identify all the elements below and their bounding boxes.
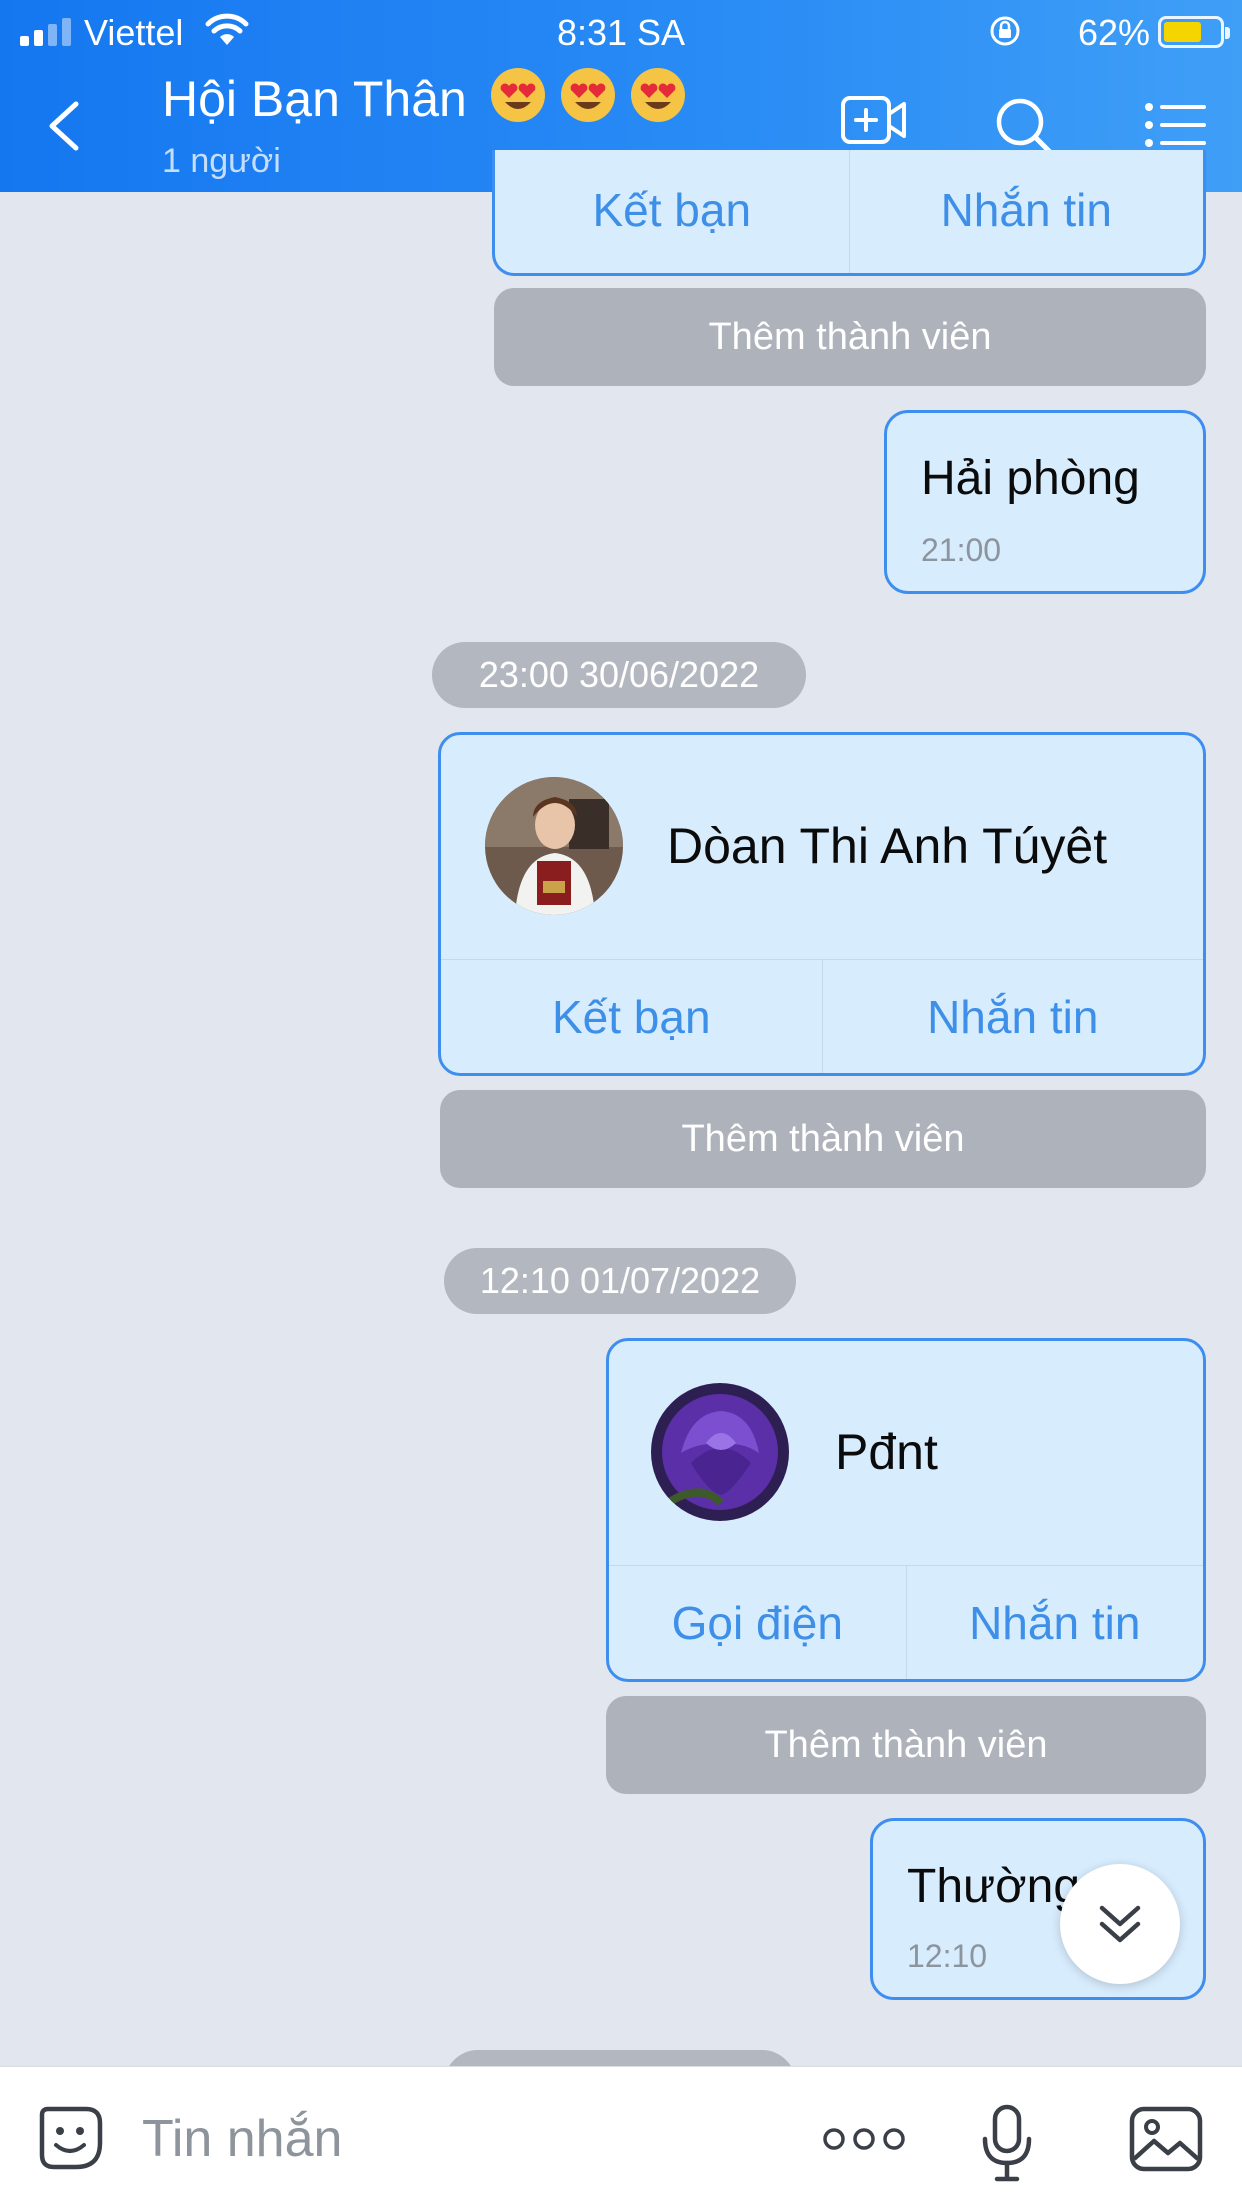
more-icon[interactable] <box>822 2127 906 2151</box>
call-button[interactable]: Gọi điện <box>609 1566 906 1679</box>
microphone-icon[interactable] <box>980 2103 1034 2183</box>
scroll-to-bottom-button[interactable] <box>1060 1864 1180 1984</box>
add-member-button[interactable]: Thêm thành viên <box>606 1696 1206 1794</box>
message-input-bar: Tin nhắn <box>0 2066 1242 2208</box>
chat-title[interactable]: Hội Bạn Thân <box>162 66 687 128</box>
send-message-button[interactable]: Nhắn tin <box>821 960 1204 1073</box>
contact-name: Pđnt <box>835 1424 938 1480</box>
message-text: Hải phòng <box>921 452 1140 505</box>
sticker-icon[interactable] <box>36 2103 106 2173</box>
double-chevron-down-icon <box>1099 1905 1141 1943</box>
message-input[interactable]: Tin nhắn <box>142 2109 342 2169</box>
date-separator: 12:10 01/07/2022 <box>444 1248 796 1314</box>
heart-eyes-emoji <box>630 68 685 122</box>
contact-name: Dòan Thi Anh Túyêt <box>667 818 1108 874</box>
message-text: Thường <box>907 1860 1081 1913</box>
avatar[interactable] <box>485 777 623 915</box>
add-friend-button[interactable]: Kết bạn <box>495 150 849 273</box>
add-member-button[interactable]: Thêm thành viên <box>494 288 1206 386</box>
heart-eyes-emoji <box>490 68 545 122</box>
avatar[interactable] <box>651 1383 789 1521</box>
contact-profile[interactable]: Dòan Thi Anh Túyêt <box>441 735 1203 961</box>
message-time: 12:10 <box>907 1938 988 1974</box>
search-icon[interactable] <box>994 96 1056 158</box>
contact-card-partial: Kết bạn Nhắn tin <box>492 150 1206 276</box>
chat-title-text: Hội Bạn Thân <box>162 71 467 127</box>
message-bubble[interactable]: Hải phòng 21:00 <box>884 410 1206 594</box>
rotation-lock-icon <box>990 16 1020 46</box>
date-separator: 23:00 30/06/2022 <box>432 642 806 708</box>
send-message-button[interactable]: Nhắn tin <box>905 1566 1204 1679</box>
status-bar: Viettel 8:31 SA 62% <box>0 0 1242 62</box>
status-time: 8:31 SA <box>556 12 686 53</box>
add-friend-button[interactable]: Kết bạn <box>441 960 822 1073</box>
message-time: 21:00 <box>921 532 1002 568</box>
contact-card[interactable]: Pđnt Gọi điện Nhắn tin <box>606 1338 1206 1682</box>
member-count: 1 người <box>162 142 281 180</box>
back-icon[interactable] <box>40 96 90 156</box>
battery-icon <box>1158 16 1230 48</box>
video-call-icon[interactable] <box>840 92 908 148</box>
image-icon[interactable] <box>1128 2105 1204 2173</box>
contact-card[interactable]: Dòan Thi Anh Túyêt Kết bạn Nhắn tin <box>438 732 1206 1076</box>
send-message-button[interactable]: Nhắn tin <box>848 150 1204 273</box>
contact-profile[interactable]: Pđnt <box>609 1341 1203 1567</box>
heart-eyes-emoji <box>560 68 615 122</box>
add-member-button[interactable]: Thêm thành viên <box>440 1090 1206 1188</box>
menu-icon[interactable] <box>1144 102 1206 148</box>
battery-percent: 62% <box>1077 12 1150 53</box>
